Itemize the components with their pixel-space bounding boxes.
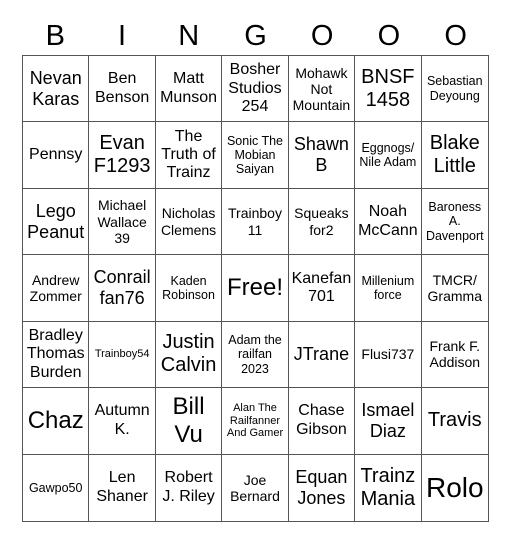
bingo-cell[interactable]: Rolo	[422, 455, 488, 521]
bingo-cell[interactable]: Matt Munson	[155, 56, 223, 123]
bingo-cell[interactable]: Trainboy 11	[222, 188, 289, 256]
bingo-cell[interactable]: Gawpo50	[23, 454, 90, 521]
bingo-cell[interactable]: Chase Gibson	[288, 388, 356, 455]
bingo-cell[interactable]: The Truth of Trainz	[155, 122, 223, 189]
bingo-cell[interactable]: Noah McCann	[355, 188, 422, 256]
bingo-cell[interactable]: Shawn B	[288, 122, 356, 189]
bingo-cell[interactable]: Sonic The Mobian Saiyan	[222, 122, 289, 189]
bingo-cell[interactable]: Andrew Zommer	[23, 255, 90, 322]
bingo-cell[interactable]: Adam the railfan 2023	[222, 321, 289, 389]
bingo-cell[interactable]: Robert J. Riley	[156, 454, 223, 521]
bingo-cell[interactable]: Lego Peanut	[23, 188, 90, 256]
bingo-cell[interactable]: Pennsy	[23, 122, 90, 189]
bingo-cell[interactable]: Squeaks for2	[288, 188, 356, 256]
bingo-cell[interactable]: Baroness A. Davenport	[421, 189, 488, 256]
header-letter: I	[118, 20, 127, 52]
bingo-cell[interactable]: TMCR/ Gramma	[421, 255, 488, 322]
bingo-cell[interactable]: Len Shaner	[89, 454, 156, 521]
bingo-cell[interactable]: Sebastian Deyoung	[421, 56, 488, 123]
bingo-cell[interactable]: Bill Vu	[155, 388, 223, 455]
bingo-cell[interactable]: Mohawk Not Mountain	[288, 56, 356, 123]
bingo-cell[interactable]: Ismael Diaz	[355, 388, 422, 455]
header-letter: O	[377, 20, 401, 52]
header-letter: G	[244, 20, 267, 52]
bingo-cell[interactable]: Equan Jones	[289, 454, 356, 521]
bingo-cell[interactable]: Nevan Karas	[23, 56, 90, 123]
bingo-board: Nevan Karas Ben Benson Matt Munson Boshe…	[22, 55, 489, 522]
bingo-cell[interactable]: Flusi737	[355, 321, 422, 389]
bingo-cell[interactable]: Justin Calvin	[155, 321, 223, 389]
bingo-cell[interactable]: Chaz	[23, 388, 90, 455]
bingo-cell[interactable]: Michael Wallace 39	[89, 188, 156, 256]
bingo-cell[interactable]: Travis	[421, 388, 488, 455]
bingo-cell[interactable]: Alan The Railfanner And Gamer	[222, 388, 289, 455]
bingo-cell[interactable]: BNSF 1458	[355, 56, 422, 123]
bingo-cell[interactable]: Bradley Thomas Burden	[23, 321, 90, 389]
bingo-cell[interactable]: Blake Little	[421, 122, 488, 189]
bingo-cell[interactable]: Bosher Studios 254	[222, 56, 289, 123]
bingo-cell[interactable]: JTrane	[288, 321, 356, 389]
bingo-cell[interactable]: Trainz Mania	[355, 454, 422, 521]
header-letter: O	[444, 20, 467, 52]
bingo-cell[interactable]: Joe Bernard	[222, 454, 289, 521]
header-letter: B	[45, 20, 66, 52]
bingo-cell[interactable]: Trainboy54	[89, 321, 156, 389]
bingo-cell[interactable]: Millenium force	[355, 255, 422, 322]
bingo-cell[interactable]: Kanefan 701	[288, 255, 356, 322]
bingo-header: B I N G O O O	[22, 18, 489, 54]
bingo-cell[interactable]: Frank F. Addison	[421, 322, 488, 389]
header-letter: O	[310, 20, 334, 52]
header-letter: N	[178, 20, 200, 52]
bingo-cell[interactable]: Eggnogs/ Nile Adam	[355, 122, 422, 189]
bingo-cell[interactable]: Evan F1293	[89, 122, 156, 189]
bingo-cell[interactable]: Nicholas Clemens	[155, 188, 223, 256]
bingo-cell[interactable]: Conrail fan76	[89, 255, 156, 322]
bingo-cell[interactable]: Ben Benson	[89, 56, 156, 123]
bingo-cell[interactable]: Autumn K.	[89, 388, 156, 455]
free-space[interactable]: Free!	[222, 255, 289, 322]
bingo-cell[interactable]: Kaden Robinson	[155, 255, 223, 322]
